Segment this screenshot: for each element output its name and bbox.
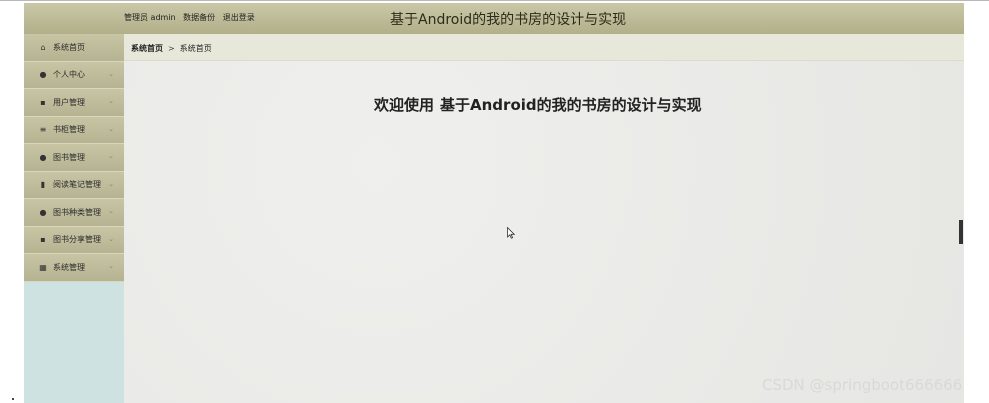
sidebar-item-label: 图书分享管理 [53, 235, 101, 245]
app-frame: 管理员 admin 数据备份 退出登录 基于Android的我的书房的设计与实现… [24, 3, 964, 403]
sidebar-item-book-share-management[interactable]: ▪ 图书分享管理 ⌄ [24, 226, 124, 254]
logout-link[interactable]: 退出登录 [223, 13, 255, 22]
scrollbar-thumb[interactable] [959, 220, 963, 244]
sidebar-item-user-management[interactable]: ▪ 用户管理 ⌄ [24, 89, 124, 117]
grid-icon: ▪ [40, 97, 46, 107]
chevron-down-icon: ⌄ [108, 262, 114, 270]
welcome-prefix: 欢迎使用 [374, 96, 435, 114]
breadcrumb: 系统首页 > 系统首页 [131, 43, 212, 54]
sidebar-item-label: 书柜管理 [53, 125, 85, 135]
sidebar-item-label: 图书种类管理 [53, 207, 101, 217]
admin-user-link[interactable]: 管理员 admin [124, 13, 176, 22]
sidebar-item-label: 系统管理 [53, 262, 85, 272]
chevron-down-icon: ⌄ [108, 152, 114, 160]
breadcrumb-bar: 系统首页 > 系统首页 [124, 34, 964, 61]
bar-chart-icon: ▮ [40, 180, 46, 190]
chevron-down-icon: ⌄ [108, 124, 114, 133]
table-icon: ▦ [39, 262, 47, 272]
sidebar-item-book-management[interactable]: ● 图书管理 ⌄ [24, 144, 124, 172]
chevron-down-icon: ⌄ [108, 207, 114, 215]
list-icon: ≡ [39, 125, 47, 135]
corner-mark [12, 398, 14, 400]
breadcrumb-separator: > [168, 44, 175, 53]
breadcrumb-current-page: 系统首页 [179, 44, 212, 53]
home-icon: ⌂ [40, 42, 46, 52]
user-icon: ● [39, 207, 47, 217]
header-links: 管理员 admin 数据备份 退出登录 [124, 12, 260, 23]
chevron-down-icon: ⌄ [108, 69, 114, 78]
person-icon: ● [39, 152, 47, 162]
welcome-heading: 欢迎使用 基于Android的我的书房的设计与实现 [374, 94, 702, 115]
top-header: 管理员 admin 数据备份 退出登录 基于Android的我的书房的设计与实现 [24, 3, 964, 34]
sidebar-item-label: 图书管理 [53, 152, 85, 162]
sidebar-item-home[interactable]: ⌂ 系统首页 [24, 34, 124, 62]
welcome-title: 基于Android的我的书房的设计与实现 [440, 96, 702, 114]
sidebar-item-personal-center[interactable]: ● 个人中心 ⌄ [24, 61, 124, 89]
watermark: CSDN @springboot666666 [762, 376, 963, 394]
sidebar-item-label: 系统首页 [53, 42, 85, 52]
app-title: 基于Android的我的书房的设计与实现 [390, 12, 627, 28]
sidebar-item-bookcase-management[interactable]: ≡ 书柜管理 ⌄ [24, 116, 124, 144]
mouse-cursor-icon [507, 227, 515, 239]
chevron-down-icon: ⌄ [108, 97, 114, 105]
sidebar-item-book-category-management[interactable]: ● 图书种类管理 ⌄ [24, 199, 124, 227]
user-icon: ● [39, 70, 47, 80]
chevron-down-icon: ⌄ [108, 234, 114, 243]
breadcrumb-home-link[interactable]: 系统首页 [131, 44, 163, 53]
main-content: 欢迎使用 基于Android的我的书房的设计与实现 [124, 61, 964, 403]
sidebar-item-label: 个人中心 [53, 70, 85, 80]
chevron-down-icon: ⌄ [108, 179, 114, 188]
sidebar-item-system-management[interactable]: ▦ 系统管理 ⌄ [24, 254, 124, 282]
sidebar-item-label: 阅读笔记管理 [53, 180, 101, 190]
data-backup-link[interactable]: 数据备份 [183, 13, 215, 22]
sidebar: ⌂ 系统首页 ● 个人中心 ⌄ ▪ 用户管理 ⌄ ≡ 书柜管理 ⌄ ● 图书管理… [24, 34, 124, 403]
sidebar-item-label: 用户管理 [53, 97, 85, 107]
grid-icon: ▪ [40, 235, 46, 245]
sidebar-item-reading-notes-management[interactable]: ▮ 阅读笔记管理 ⌄ [24, 171, 124, 199]
